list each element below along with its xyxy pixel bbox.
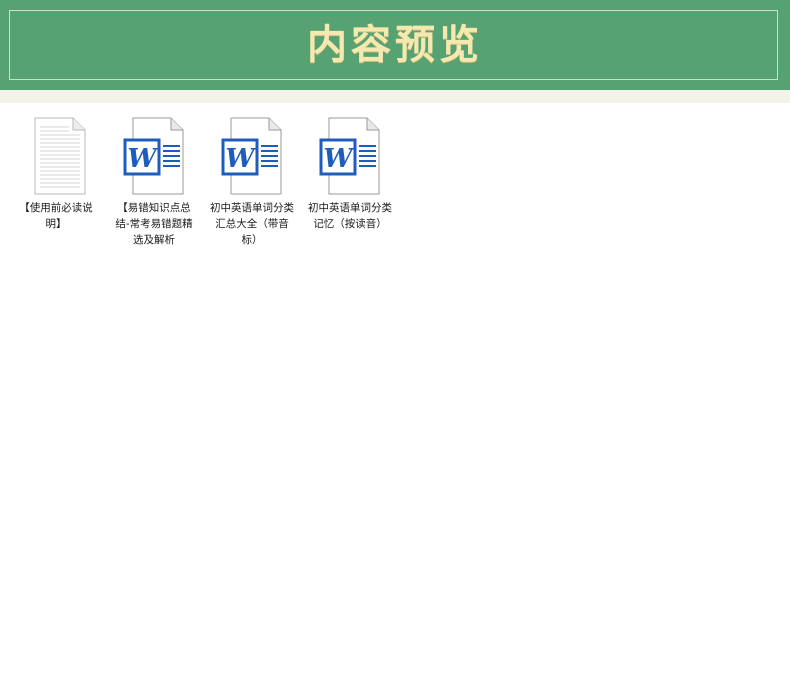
file-item-error-prone-summary[interactable]: W 【易错知识点总结-常考易错题精选及解析 — [111, 115, 197, 248]
file-name: 【使用前必读说明】 — [19, 202, 93, 230]
svg-text:W: W — [225, 144, 257, 174]
word-document-icon: W — [123, 117, 184, 195]
svg-text:W: W — [127, 144, 159, 174]
text-document-icon — [34, 117, 86, 195]
preview-banner: 内容预览 — [0, 0, 790, 90]
page-title: 内容预览 — [307, 21, 483, 68]
svg-text:W: W — [323, 144, 355, 174]
word-document-icon: W — [319, 117, 380, 195]
file-name: 初中英语单词分类记忆（按读音） — [308, 202, 392, 230]
word-document-icon: W — [221, 117, 282, 195]
file-item-vocab-with-phonetics[interactable]: W 初中英语单词分类汇总大全（带音标） — [209, 115, 295, 248]
divider-strip — [0, 90, 790, 103]
file-name: 初中英语单词分类汇总大全（带音标） — [210, 202, 294, 246]
file-item-vocab-by-pronunciation[interactable]: W 初中英语单词分类记忆（按读音） — [307, 115, 393, 232]
file-name: 【易错知识点总结-常考易错题精选及解析 — [115, 202, 193, 246]
file-item-usage-notes[interactable]: 【使用前必读说明】 — [13, 115, 99, 232]
